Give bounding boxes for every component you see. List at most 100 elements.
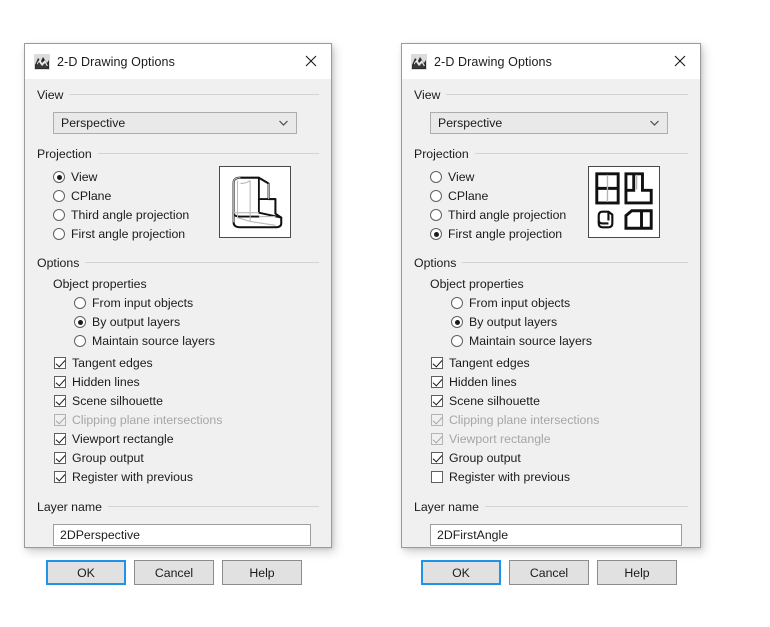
radio-projection-cplane[interactable]: CPlane: [430, 188, 566, 204]
view-group-label: View: [37, 87, 64, 102]
layer-name-group-header: Layer name: [414, 498, 688, 515]
view-combobox[interactable]: Perspective: [53, 112, 297, 134]
radio-label: CPlane: [448, 189, 489, 203]
radio-label: By output layers: [469, 315, 558, 329]
rhino-app-icon: [411, 53, 427, 70]
view-group-label: View: [414, 87, 441, 102]
radio-maintain-source-layers[interactable]: Maintain source layers: [451, 333, 688, 349]
radio-by-output-layers[interactable]: By output layers: [451, 314, 688, 330]
view-combobox-value: Perspective: [438, 116, 503, 130]
group-divider: [85, 262, 319, 263]
group-divider: [107, 506, 319, 507]
checkbox-indicator: [431, 452, 443, 464]
checkbox-indicator: [54, 471, 66, 483]
options-body: Object properties From input objects By …: [37, 271, 319, 485]
checkbox-indicator: [54, 357, 66, 369]
dialog-2d-drawing-options-perspective[interactable]: 2-D Drawing Options View Perspective Pro…: [24, 43, 332, 585]
options-group-header: Options: [37, 254, 319, 271]
radio-projection-view[interactable]: View: [430, 169, 566, 185]
radio-projection-third-angle[interactable]: Third angle projection: [53, 207, 189, 223]
help-button[interactable]: Help: [597, 560, 677, 585]
checkbox-viewport-rectangle[interactable]: Viewport rectangle: [54, 431, 319, 447]
group-divider: [446, 94, 688, 95]
radio-indicator: [451, 316, 463, 328]
projection-radio-list: View CPlane Third angle projection First…: [53, 169, 189, 242]
layer-name-value: 2DFirstAngle: [437, 528, 509, 542]
checkbox-tangent-edges[interactable]: Tangent edges: [54, 355, 319, 371]
close-icon[interactable]: [291, 44, 331, 78]
radio-from-input-objects[interactable]: From input objects: [74, 295, 319, 311]
checkbox-label: Viewport rectangle: [449, 432, 551, 446]
dialog-title: 2-D Drawing Options: [434, 54, 552, 69]
view-combobox[interactable]: Perspective: [430, 112, 668, 134]
cancel-button[interactable]: Cancel: [509, 560, 589, 585]
checkbox-group-output[interactable]: Group output: [54, 450, 319, 466]
chevron-down-icon: [650, 120, 659, 126]
checkbox-label: Clipping plane intersections: [449, 413, 600, 427]
radio-label: From input objects: [469, 296, 571, 310]
checkbox-label: Register with previous: [72, 470, 193, 484]
view-group-header: View: [414, 86, 688, 103]
help-button[interactable]: Help: [222, 560, 302, 585]
radio-label: Maintain source layers: [469, 334, 593, 348]
radio-projection-cplane[interactable]: CPlane: [53, 188, 189, 204]
cancel-button-label: Cancel: [529, 565, 569, 580]
radio-by-output-layers[interactable]: By output layers: [74, 314, 319, 330]
checkbox-indicator: [54, 433, 66, 445]
checkbox-clipping-plane-intersections: Clipping plane intersections: [431, 412, 688, 428]
close-icon[interactable]: [660, 44, 700, 78]
checkbox-scene-silhouette[interactable]: Scene silhouette: [431, 393, 688, 409]
projection-group: Projection View CPlane Third angle proje…: [414, 143, 688, 242]
checkbox-label: Group output: [449, 451, 521, 465]
radio-projection-third-angle[interactable]: Third angle projection: [430, 207, 566, 223]
checkbox-hidden-lines[interactable]: Hidden lines: [431, 374, 688, 390]
checkbox-indicator: [54, 376, 66, 388]
button-row: OK Cancel Help: [25, 546, 331, 585]
layer-name-input[interactable]: 2DFirstAngle: [430, 524, 682, 546]
layer-name-input[interactable]: 2DPerspective: [53, 524, 311, 546]
dialog-2d-drawing-options-first-angle[interactable]: 2-D Drawing Options View Perspective Pro…: [401, 43, 701, 585]
radio-indicator: [430, 228, 442, 240]
radio-projection-view[interactable]: View: [53, 169, 189, 185]
checkbox-indicator: [431, 376, 443, 388]
checkbox-label: Scene silhouette: [449, 394, 540, 408]
radio-label: Maintain source layers: [92, 334, 216, 348]
radio-label: View: [71, 170, 98, 184]
ok-button[interactable]: OK: [421, 560, 501, 585]
radio-projection-first-angle[interactable]: First angle projection: [430, 226, 566, 242]
view-group: View Perspective: [414, 84, 688, 134]
ok-button[interactable]: OK: [46, 560, 126, 585]
object-properties-label: Object properties: [430, 277, 524, 291]
radio-projection-first-angle[interactable]: First angle projection: [53, 226, 189, 242]
checkbox-label: Clipping plane intersections: [72, 413, 223, 427]
options-body: Object properties From input objects By …: [414, 271, 688, 485]
titlebar[interactable]: 2-D Drawing Options: [402, 44, 700, 79]
radio-indicator: [53, 228, 65, 240]
rhino-app-icon: [34, 53, 50, 70]
checkbox-group-output[interactable]: Group output: [431, 450, 688, 466]
help-button-label: Help: [624, 565, 650, 580]
projection-body: View CPlane Third angle projection First…: [414, 162, 688, 242]
options-group-label: Options: [37, 255, 80, 270]
checkbox-label: Hidden lines: [449, 375, 517, 389]
radio-maintain-source-layers[interactable]: Maintain source layers: [74, 333, 319, 349]
button-row: OK Cancel Help: [402, 546, 700, 585]
layer-name-group-header: Layer name: [37, 498, 319, 515]
projection-group-header: Projection: [414, 145, 688, 162]
projection-group-header: Projection: [37, 145, 319, 162]
checkbox-tangent-edges[interactable]: Tangent edges: [431, 355, 688, 371]
group-divider: [69, 94, 319, 95]
checkbox-hidden-lines[interactable]: Hidden lines: [54, 374, 319, 390]
perspective-preview-icon: [219, 166, 291, 238]
titlebar[interactable]: 2-D Drawing Options: [25, 44, 331, 79]
checkbox-register-with-previous[interactable]: Register with previous: [431, 469, 688, 485]
checkbox-indicator: [54, 452, 66, 464]
checkbox-register-with-previous[interactable]: Register with previous: [54, 469, 319, 485]
radio-label: Third angle projection: [71, 208, 190, 222]
radio-indicator: [53, 209, 65, 221]
cancel-button[interactable]: Cancel: [134, 560, 214, 585]
radio-from-input-objects[interactable]: From input objects: [451, 295, 688, 311]
options-group: Options Object properties From input obj…: [37, 252, 319, 485]
radio-indicator: [74, 316, 86, 328]
checkbox-scene-silhouette[interactable]: Scene silhouette: [54, 393, 319, 409]
